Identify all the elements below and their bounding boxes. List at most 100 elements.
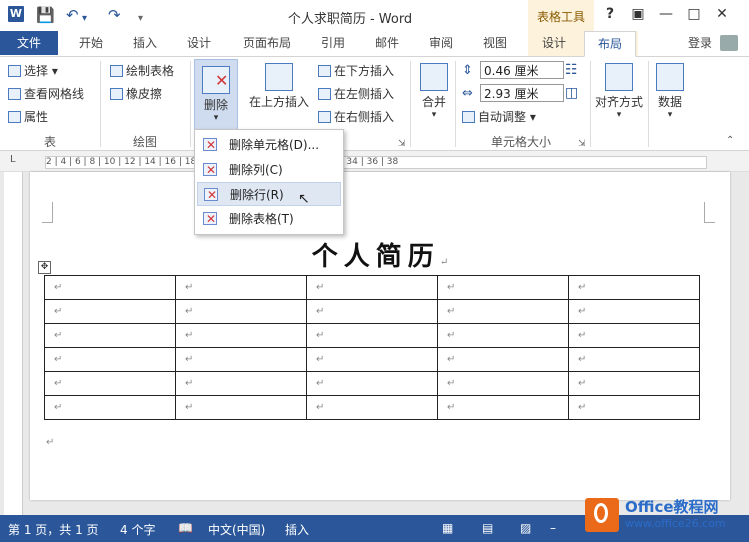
word-logo-icon: W [8, 6, 24, 22]
table-cell[interactable]: ↵ [437, 323, 569, 348]
table-cell[interactable]: ↵ [568, 347, 700, 372]
customize-qat-icon[interactable]: ▾ [138, 10, 143, 28]
tab-selector-icon[interactable]: L [10, 154, 16, 165]
menu-delete-row[interactable]: ✕ 删除行(R) ↖ [197, 182, 341, 207]
minimize-icon[interactable]: — [656, 6, 676, 22]
menu-delete-cells[interactable]: ✕ 删除单元格(D)... [197, 133, 341, 157]
table-cell[interactable]: ↵ [175, 275, 307, 300]
tab-mailings[interactable]: 邮件 [366, 31, 408, 55]
pencil-icon [110, 65, 123, 77]
distribute-columns-icon[interactable]: ◫ [565, 85, 578, 101]
table-cell[interactable]: ↵ [437, 299, 569, 324]
insert-left-button[interactable]: 在左侧插入 [318, 86, 394, 102]
table-cell[interactable]: ↵ [437, 347, 569, 372]
table-cell[interactable]: ↵ [437, 395, 569, 420]
autofit-button[interactable]: 自动调整 ▾ [462, 109, 536, 125]
tab-table-design[interactable]: 设计 [532, 31, 576, 55]
maximize-icon[interactable]: □ [684, 6, 704, 22]
table-cell[interactable]: ↵ [306, 371, 438, 396]
tab-design[interactable]: 设计 [178, 31, 220, 55]
table-row: ↵ ↵ ↵ ↵ ↵ [44, 395, 700, 420]
page-count[interactable]: 第 1 页，共 1 页 [8, 521, 99, 538]
distribute-rows-icon[interactable]: ☷ [565, 62, 578, 78]
table-cell[interactable]: ↵ [568, 299, 700, 324]
table-cell[interactable]: ↵ [306, 275, 438, 300]
menu-delete-column[interactable]: ✕ 删除列(C) [197, 158, 341, 182]
undo-icon[interactable]: ↶ [66, 6, 79, 24]
tab-insert[interactable]: 插入 [124, 31, 166, 55]
dialog-launcher-icon[interactable]: ⇲ [398, 136, 406, 152]
table-move-handle-icon[interactable]: ✥ [38, 261, 51, 274]
table-cell[interactable]: ↵ [306, 323, 438, 348]
login-link[interactable]: 登录 [688, 31, 712, 55]
language-indicator[interactable]: 中文(中国) [208, 521, 265, 538]
alignment-button[interactable]: 对齐方式 ▾ [592, 63, 646, 120]
tab-table-layout[interactable]: 布局 [584, 31, 636, 57]
tab-file[interactable]: 文件 [0, 31, 58, 55]
read-mode-icon[interactable]: ▦ [442, 521, 453, 535]
close-icon[interactable]: ✕ [712, 6, 732, 22]
table-cell[interactable]: ↵ [44, 275, 176, 300]
draw-table-button[interactable]: 绘制表格 [110, 63, 174, 79]
delete-menu: ✕ 删除单元格(D)... ✕ 删除列(C) ✕ 删除行(R) ↖ ✕ 删除表格… [194, 129, 344, 235]
table-cell[interactable]: ↵ [568, 275, 700, 300]
insert-right-button[interactable]: 在右侧插入 [318, 109, 394, 125]
table-cell[interactable]: ↵ [44, 371, 176, 396]
table-cell[interactable]: ↵ [306, 299, 438, 324]
delete-button[interactable]: ✕ 删除 ▾ [194, 59, 238, 131]
table-cell[interactable]: ↵ [44, 323, 176, 348]
zoom-out-icon[interactable]: – [550, 521, 556, 535]
table-cell[interactable]: ↵ [306, 347, 438, 372]
select-icon [8, 65, 21, 77]
properties-button[interactable]: 属性 [8, 109, 48, 125]
tab-page-layout[interactable]: 页面布局 [234, 31, 300, 55]
select-button[interactable]: 选择 ▾ [8, 63, 58, 79]
avatar[interactable] [720, 35, 738, 51]
proofing-icon[interactable]: 📖 [178, 521, 193, 535]
table-cell[interactable]: ↵ [437, 275, 569, 300]
undo-dropdown-icon[interactable]: ▾ [82, 10, 87, 28]
redo-icon[interactable]: ↷ [108, 6, 121, 24]
tab-home[interactable]: 开始 [70, 31, 112, 55]
table-cell[interactable]: ↵ [568, 323, 700, 348]
tab-view[interactable]: 视图 [474, 31, 516, 55]
document-page[interactable]: 个人简历↵ ✥ ↵ ↵ ↵ ↵ ↵ ↵ ↵ ↵ ↵ ↵ ↵ ↵ ↵ ↵ ↵ ↵ ↵ ↵ ↵ ↵ ↵ ↵ ↵ ↵ ↵ ↵ ↵ ↵ ↵ ↵ ↵ [30, 172, 730, 500]
save-icon[interactable]: 💾 [36, 6, 55, 24]
vertical-ruler[interactable] [4, 172, 23, 515]
merge-button[interactable]: 合并 ▾ [416, 63, 452, 120]
table-cell[interactable]: ↵ [175, 323, 307, 348]
table-cell[interactable]: ↵ [568, 371, 700, 396]
insert-mode[interactable]: 插入 [285, 521, 309, 538]
ribbon-display-icon[interactable]: ▣ [628, 6, 648, 22]
table-cell[interactable]: ↵ [306, 395, 438, 420]
collapse-ribbon-icon[interactable]: ⌃ [726, 135, 734, 146]
word-count[interactable]: 4 个字 [120, 521, 155, 538]
table-cell[interactable]: ↵ [175, 299, 307, 324]
table-cell[interactable]: ↵ [44, 395, 176, 420]
table-cell[interactable]: ↵ [44, 347, 176, 372]
table-cell[interactable]: ↵ [175, 347, 307, 372]
table-cell[interactable]: ↵ [568, 395, 700, 420]
row-height-input[interactable]: 0.46 厘米 [480, 61, 564, 79]
table-cell[interactable]: ↵ [44, 299, 176, 324]
margin-corner-right [704, 202, 715, 223]
horizontal-ruler[interactable]: L 2 | 4 | 6 | 8 | 10 | 12 | 14 | 16 | 18… [0, 151, 749, 172]
data-button[interactable]: 数据 ▾ [652, 63, 688, 120]
table-cell[interactable]: ↵ [175, 395, 307, 420]
web-layout-icon[interactable]: ▨ [520, 521, 531, 535]
table-cell[interactable]: ↵ [437, 371, 569, 396]
column-width-input[interactable]: 2.93 厘米 [480, 84, 564, 102]
cell-size-launcher-icon[interactable]: ⇲ [578, 136, 586, 152]
insert-below-button[interactable]: 在下方插入 [318, 63, 394, 79]
tab-references[interactable]: 引用 [312, 31, 354, 55]
resume-table[interactable]: ↵ ↵ ↵ ↵ ↵ ↵ ↵ ↵ ↵ ↵ ↵ ↵ ↵ ↵ ↵ ↵ ↵ ↵ ↵ ↵ ↵ ↵ ↵ ↵ ↵ ↵ ↵ ↵ ↵ ↵ [44, 275, 700, 420]
document-heading[interactable]: 个人简历↵ [30, 236, 730, 273]
print-layout-icon[interactable]: ▤ [482, 521, 493, 535]
menu-delete-table[interactable]: ✕ 删除表格(T) [197, 207, 341, 231]
view-gridlines-button[interactable]: 查看网格线 [8, 86, 84, 102]
help-button[interactable]: ? [600, 6, 620, 22]
insert-above-button[interactable]: 在上方插入 [246, 63, 312, 110]
table-cell[interactable]: ↵ [175, 371, 307, 396]
eraser-button[interactable]: 橡皮擦 [110, 86, 162, 102]
tab-review[interactable]: 审阅 [420, 31, 462, 55]
